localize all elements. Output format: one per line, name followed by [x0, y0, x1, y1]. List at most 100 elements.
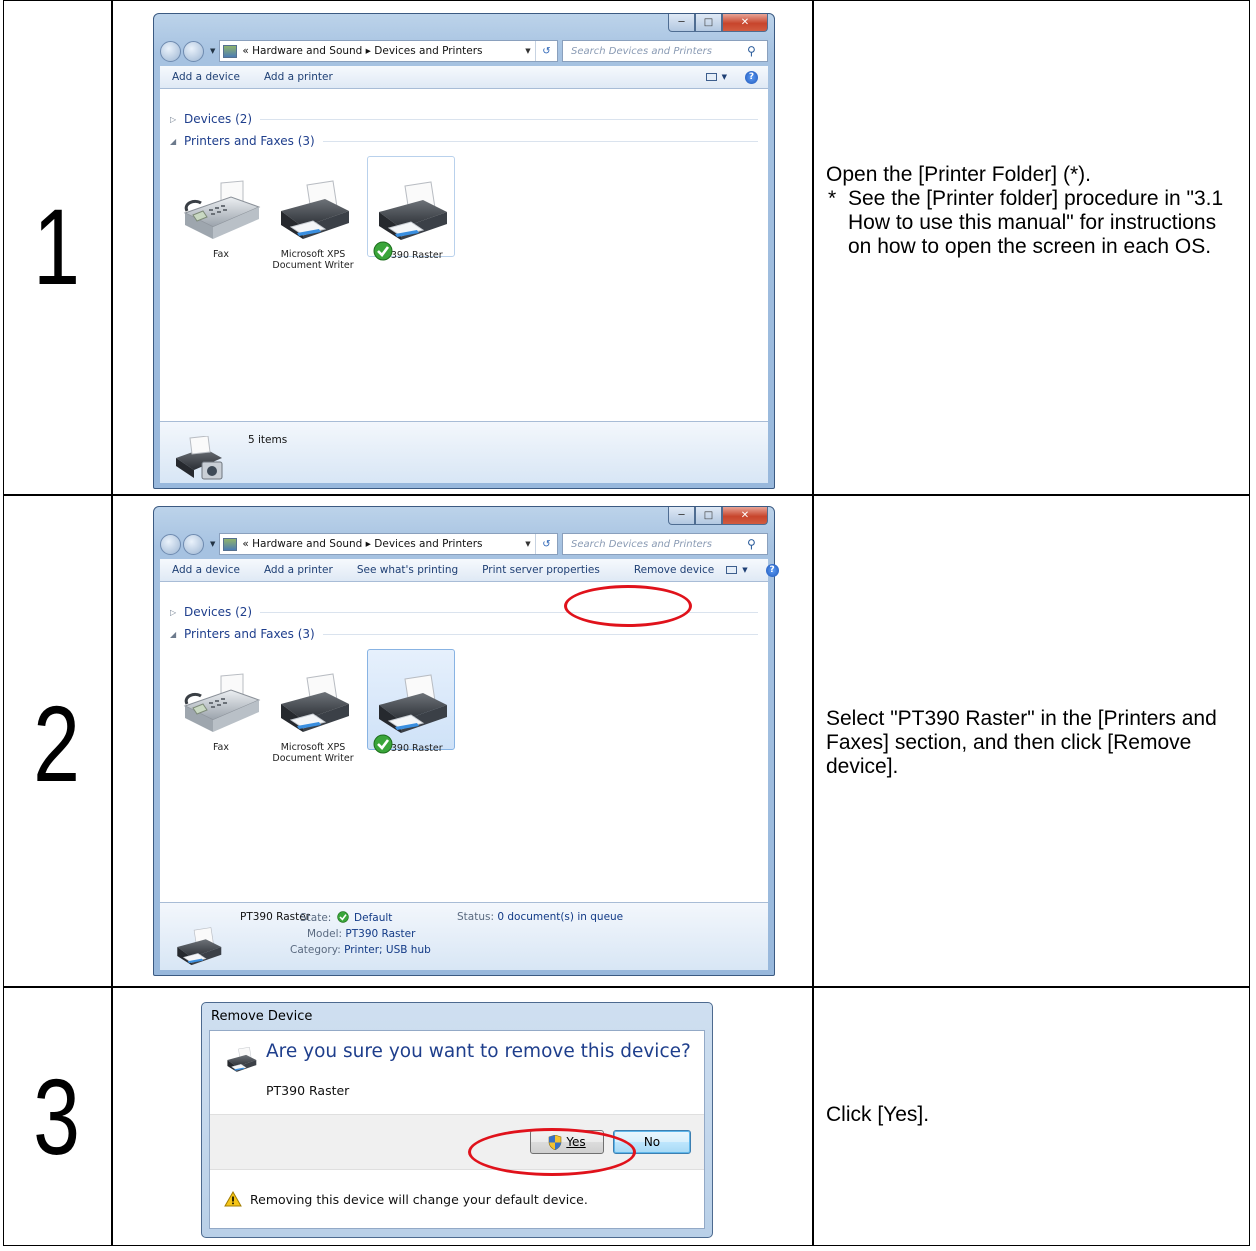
- collapsed-arrow-icon[interactable]: ▷: [170, 115, 184, 124]
- add-device-button[interactable]: Add a device: [172, 564, 240, 576]
- device-item-fax[interactable]: Fax: [177, 664, 265, 753]
- step-description: Select "PT390 Raster" in the [Printers a…: [826, 707, 1217, 778]
- dialog-title: Remove Device: [211, 1009, 313, 1024]
- close-button[interactable]: ✕: [722, 507, 768, 525]
- view-controls: ▼ ?: [705, 70, 758, 84]
- view-dropdown-icon[interactable]: ▼: [742, 566, 747, 574]
- footnote-text: See the [Printer folder] procedure in "3…: [848, 187, 1224, 258]
- maximize-button[interactable]: □: [695, 507, 722, 525]
- help-icon[interactable]: ?: [765, 563, 779, 577]
- status-label: Status:: [457, 911, 494, 923]
- camera-printer-icon: [170, 435, 226, 482]
- back-button[interactable]: [160, 40, 181, 62]
- search-icon[interactable]: ⚲: [747, 537, 767, 551]
- step-description: Open the [Printer Folder] (*). * See the…: [826, 163, 1236, 259]
- step-number: 2: [33, 683, 80, 804]
- breadcrumb[interactable]: « Hardware and Sound ▸ Devices and Print…: [242, 538, 521, 550]
- state-value: Default: [354, 912, 393, 924]
- warning-icon: [224, 1191, 242, 1207]
- state-label: State:: [300, 912, 332, 924]
- breadcrumb[interactable]: « Hardware and Sound ▸ Devices and Print…: [242, 45, 521, 57]
- history-dropdown-icon[interactable]: ▼: [210, 540, 215, 548]
- group-divider: [322, 633, 758, 635]
- command-bar: Add a device Add a printer ▼ ?: [160, 66, 768, 89]
- device-item-xps[interactable]: Microsoft XPS Document Writer: [269, 664, 357, 764]
- detail-category: Category: Printer; USB hub: [290, 944, 431, 956]
- group-label: Devices (2): [184, 605, 253, 619]
- see-whats-printing-button[interactable]: See what's printing: [357, 564, 458, 576]
- back-button[interactable]: [160, 533, 181, 555]
- minimize-button[interactable]: ─: [668, 507, 695, 525]
- device-label: Microsoft XPS Document Writer: [272, 249, 354, 271]
- item-count: 5 items: [248, 434, 288, 446]
- detail-state: State: Default: [300, 911, 392, 924]
- dialog-device-name: PT390 Raster: [266, 1083, 350, 1098]
- refresh-icon[interactable]: ↺: [535, 534, 557, 554]
- view-icon[interactable]: [705, 73, 717, 81]
- forward-button[interactable]: [183, 533, 204, 555]
- expanded-arrow-icon[interactable]: ◢: [170, 137, 184, 146]
- dialog-question: Are you sure you want to remove this dev…: [266, 1041, 691, 1062]
- help-icon[interactable]: ?: [745, 70, 758, 84]
- search-placeholder: Search Devices and Printers: [571, 538, 712, 550]
- view-icon[interactable]: [726, 566, 738, 574]
- expanded-arrow-icon[interactable]: ◢: [170, 630, 184, 639]
- address-row: ▼ « Hardware and Sound ▸ Devices and Pri…: [160, 39, 768, 63]
- device-label: Microsoft XPS Document Writer: [272, 742, 354, 764]
- control-panel-icon: [223, 537, 238, 551]
- refresh-icon[interactable]: ↺: [535, 41, 557, 61]
- group-label: Devices (2): [184, 112, 253, 126]
- group-divider: [260, 118, 758, 120]
- add-printer-button[interactable]: Add a printer: [264, 71, 333, 83]
- device-item-pt390[interactable]: PT390 Raster: [367, 649, 455, 754]
- device-label: Fax: [212, 249, 230, 260]
- address-dropdown-icon[interactable]: ▼: [521, 47, 535, 55]
- default-check-icon: [337, 911, 349, 923]
- minimize-button[interactable]: ─: [668, 14, 695, 32]
- default-check-icon: [373, 241, 393, 261]
- detail-status: Status: 0 document(s) in queue: [457, 911, 623, 923]
- view-dropdown-icon[interactable]: ▼: [722, 73, 727, 81]
- step-number: 1: [33, 186, 80, 307]
- command-bar: Add a device Add a printer See what's pr…: [160, 559, 779, 582]
- device-list-pane: ▷ Devices (2) ◢ Printers and Faxes (3) F…: [160, 582, 768, 902]
- printer-icon: [224, 1045, 258, 1075]
- control-panel-icon: [223, 44, 238, 58]
- collapsed-arrow-icon[interactable]: ▷: [170, 608, 184, 617]
- model-value: PT390 Raster: [345, 928, 416, 940]
- search-input[interactable]: Search Devices and Printers ⚲: [562, 40, 768, 62]
- group-label: Printers and Faxes (3): [184, 627, 315, 641]
- address-bar[interactable]: « Hardware and Sound ▸ Devices and Print…: [219, 40, 558, 62]
- category-value: Printer; USB hub: [344, 944, 431, 956]
- group-devices[interactable]: ▷ Devices (2): [170, 110, 758, 128]
- add-printer-button[interactable]: Add a printer: [264, 564, 333, 576]
- model-label: Model:: [307, 928, 343, 940]
- search-input[interactable]: Search Devices and Printers ⚲: [562, 533, 768, 555]
- dialog-warning: Removing this device will change your de…: [210, 1169, 704, 1228]
- forward-button[interactable]: [183, 40, 204, 62]
- group-label: Printers and Faxes (3): [184, 134, 315, 148]
- step-number: 3: [33, 1056, 80, 1177]
- category-label: Category:: [290, 944, 341, 956]
- default-check-icon: [373, 734, 393, 754]
- device-item-pt390[interactable]: PT390 Raster: [367, 156, 455, 261]
- add-device-button[interactable]: Add a device: [172, 71, 240, 83]
- print-server-properties-button[interactable]: Print server properties: [482, 564, 600, 576]
- remove-device-dialog: Remove Device Are you sure you want to r…: [201, 1002, 713, 1238]
- maximize-button[interactable]: □: [695, 14, 722, 32]
- status-value: 0 document(s) in queue: [497, 911, 624, 923]
- close-button[interactable]: ✕: [722, 14, 768, 32]
- group-printers-and-faxes[interactable]: ◢ Printers and Faxes (3): [170, 132, 758, 150]
- device-item-fax[interactable]: Fax: [177, 171, 265, 260]
- devices-and-printers-window: ─ □ ✕ ▼ « Hardware and Sound ▸ Devices a…: [153, 13, 775, 489]
- address-dropdown-icon[interactable]: ▼: [521, 540, 535, 548]
- search-icon[interactable]: ⚲: [747, 44, 767, 58]
- no-label: No: [643, 1135, 661, 1149]
- remove-device-button[interactable]: Remove device: [634, 564, 714, 576]
- device-item-xps[interactable]: Microsoft XPS Document Writer: [269, 171, 357, 271]
- history-dropdown-icon[interactable]: ▼: [210, 47, 215, 55]
- group-printers-and-faxes[interactable]: ◢ Printers and Faxes (3): [170, 625, 758, 643]
- devices-and-printers-window: ─ □ ✕ ▼ « Hardware and Sound ▸ Devices a…: [153, 506, 779, 976]
- address-bar[interactable]: « Hardware and Sound ▸ Devices and Print…: [219, 533, 558, 555]
- search-placeholder: Search Devices and Printers: [571, 45, 712, 57]
